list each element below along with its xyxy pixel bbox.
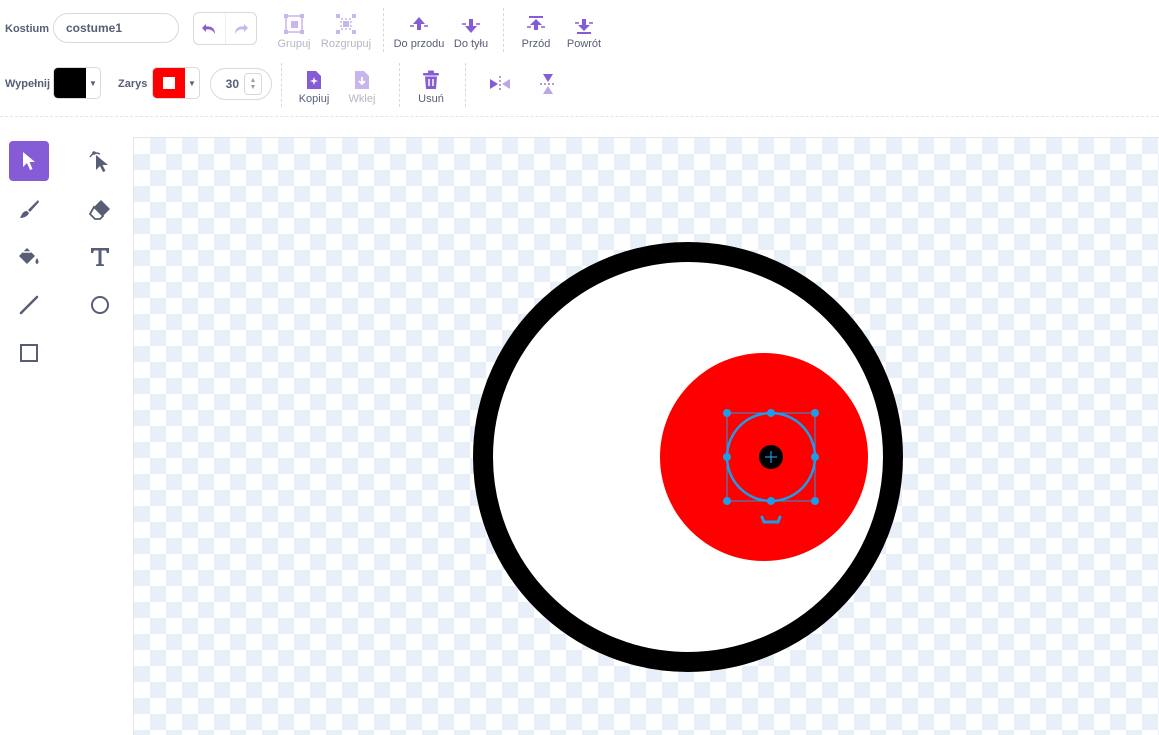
- backward-icon: [462, 19, 480, 33]
- brush-icon: [20, 200, 39, 218]
- costume-label: Kostium: [5, 23, 49, 35]
- fill-tool[interactable]: [9, 237, 49, 277]
- select-tool[interactable]: [9, 141, 49, 181]
- forward-icon: [410, 17, 428, 30]
- outline-swatch: [153, 68, 185, 98]
- paste-icon: [355, 71, 369, 89]
- resize-handle[interactable]: [811, 497, 819, 505]
- toolbar-divider: [0, 116, 1159, 117]
- chevron-down-icon: ▼: [188, 78, 196, 88]
- backward-label: Do tyłu: [453, 38, 489, 50]
- outline-width-input[interactable]: [211, 77, 239, 91]
- ungroup-icon: [336, 14, 356, 34]
- back-icon: [575, 19, 593, 34]
- line-tool[interactable]: [9, 285, 49, 325]
- flip-vertical-button[interactable]: [535, 72, 561, 96]
- fill-swatch: [54, 68, 86, 98]
- copy-icon: [307, 71, 321, 89]
- back-label: Powrót: [566, 38, 602, 50]
- chevron-up-icon: ▲: [249, 77, 257, 84]
- rectangle-tool[interactable]: [9, 333, 49, 373]
- text-tool[interactable]: [80, 237, 120, 277]
- chevron-down-icon: ▼: [89, 78, 97, 88]
- flip-vertical-icon: [540, 74, 556, 94]
- group-icon: [284, 14, 304, 34]
- brush-tool[interactable]: [9, 189, 49, 229]
- flip-horizontal-button[interactable]: [487, 72, 513, 96]
- fill-label: Wypełnij: [5, 78, 51, 90]
- back-button[interactable]: Powrót: [552, 11, 616, 50]
- undo-redo-group: [193, 12, 257, 45]
- trash-icon: [423, 70, 439, 89]
- outline-width-field: ▲ ▼: [210, 68, 272, 100]
- delete-label: Usuń: [418, 93, 444, 105]
- resize-handle[interactable]: [767, 497, 775, 505]
- redo-button[interactable]: [224, 13, 257, 44]
- outline-color-picker[interactable]: ▼: [152, 67, 200, 99]
- resize-handle[interactable]: [767, 409, 775, 417]
- costume-name-input[interactable]: [53, 13, 179, 43]
- fill-color-picker[interactable]: ▼: [53, 67, 101, 99]
- outline-label: Zarys: [118, 78, 148, 90]
- divider: [383, 8, 384, 52]
- paste-label: Wklej: [348, 93, 376, 105]
- resize-handle[interactable]: [723, 409, 731, 417]
- redo-icon: [234, 23, 248, 34]
- outline-width-stepper[interactable]: ▲ ▼: [244, 73, 262, 95]
- circle-tool[interactable]: [80, 285, 120, 325]
- ungroup-button[interactable]: Rozgrupuj: [314, 11, 378, 50]
- flip-horizontal-icon: [490, 76, 510, 92]
- drawing-canvas[interactable]: [133, 137, 1159, 735]
- undo-button[interactable]: [194, 13, 225, 44]
- arrow-cursor-icon: [23, 152, 35, 170]
- canvas-artwork: [473, 242, 903, 672]
- chevron-down-icon: ▼: [249, 84, 257, 91]
- paint-bucket-icon: [19, 248, 39, 264]
- circle-icon: [91, 296, 109, 314]
- rectangle-icon: [20, 344, 38, 362]
- resize-handle[interactable]: [811, 453, 819, 461]
- front-icon: [527, 16, 545, 30]
- backward-button[interactable]: Do tyłu: [439, 11, 503, 50]
- text-icon: [91, 248, 109, 266]
- resize-handle[interactable]: [723, 497, 731, 505]
- reshape-icon: [89, 151, 108, 172]
- divider: [465, 63, 466, 107]
- eraser-icon: [88, 200, 110, 220]
- resize-handle[interactable]: [723, 453, 731, 461]
- delete-button[interactable]: Usuń: [399, 66, 463, 105]
- resize-handle[interactable]: [811, 409, 819, 417]
- ungroup-label: Rozgrupuj: [320, 38, 372, 50]
- eraser-tool[interactable]: [80, 189, 120, 229]
- line-icon: [19, 295, 39, 315]
- paste-button[interactable]: Wklej: [330, 66, 394, 105]
- reshape-tool[interactable]: [80, 141, 120, 181]
- undo-icon: [202, 23, 216, 34]
